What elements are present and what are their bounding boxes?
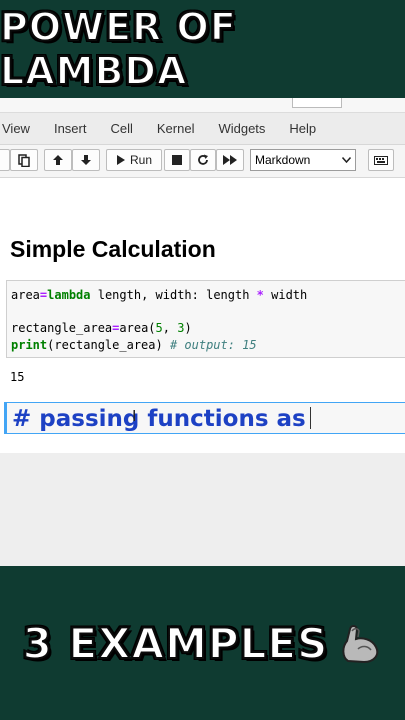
restart-icon [198, 154, 208, 165]
play-icon [116, 155, 125, 165]
move-down-button[interactable] [72, 149, 100, 171]
menu-bar: View Insert Cell Kernel Widgets Help [0, 114, 405, 142]
interrupt-button[interactable] [164, 149, 190, 171]
cell-type-select[interactable]: Markdown [250, 149, 356, 171]
run-button[interactable]: Run [106, 149, 162, 171]
menu-view[interactable]: View [0, 121, 42, 136]
run-label: Run [129, 153, 152, 167]
cell-output: 15 [10, 370, 25, 384]
toolbar: Run Markdown [0, 144, 405, 178]
paste-button[interactable] [10, 149, 38, 171]
code-cell[interactable]: area=lambda length, width: length * widt… [6, 280, 405, 358]
banner-title: POWER OF LAMBDA [0, 4, 237, 94]
trusted-indicator[interactable] [292, 98, 342, 108]
copy-button[interactable] [0, 149, 10, 171]
cell-type-value: Markdown [255, 153, 311, 167]
chevron-down-icon [342, 157, 351, 163]
restart-run-all-button[interactable] [216, 149, 244, 171]
move-up-button[interactable] [44, 149, 72, 171]
flexed-biceps-icon [338, 621, 382, 665]
bottom-banner: 3 EXAMPLES [0, 566, 405, 720]
menu-kernel[interactable]: Kernel [145, 121, 207, 136]
menu-cell[interactable]: Cell [98, 121, 144, 136]
code-line-3: rectangle_area=area(5, 3) [11, 321, 192, 335]
code-line-1: area=lambda length, width: length * widt… [11, 288, 308, 302]
menu-help[interactable]: Help [277, 121, 328, 136]
top-banner: POWER OF LAMBDA [0, 0, 405, 98]
text-cursor [309, 407, 311, 429]
stop-icon [172, 155, 182, 165]
keyboard-icon [374, 155, 388, 165]
banner-caption: 3 EXAMPLES [22, 618, 329, 669]
menu-widgets[interactable]: Widgets [206, 121, 277, 136]
fast-forward-icon [223, 155, 237, 165]
restart-button[interactable] [190, 149, 216, 171]
arrow-down-icon [81, 155, 91, 165]
notebook-bottom-area [0, 453, 405, 566]
menu-insert[interactable]: Insert [42, 121, 99, 136]
code-line-4: print(rectangle_area) # output: 15 [11, 337, 257, 352]
jupyter-window: View Insert Cell Kernel Widgets Help Run [0, 98, 405, 566]
mouse-ibeam-cursor: I [132, 408, 137, 425]
markdown-cell[interactable]: # passing functions as [4, 402, 405, 434]
paste-icon [18, 153, 30, 167]
notebook-heading: Simple Calculation [10, 236, 216, 262]
title-strip [0, 98, 405, 113]
arrow-up-icon [53, 155, 63, 165]
command-palette-button[interactable] [368, 149, 394, 171]
markdown-input[interactable]: # passing functions as [12, 406, 311, 432]
